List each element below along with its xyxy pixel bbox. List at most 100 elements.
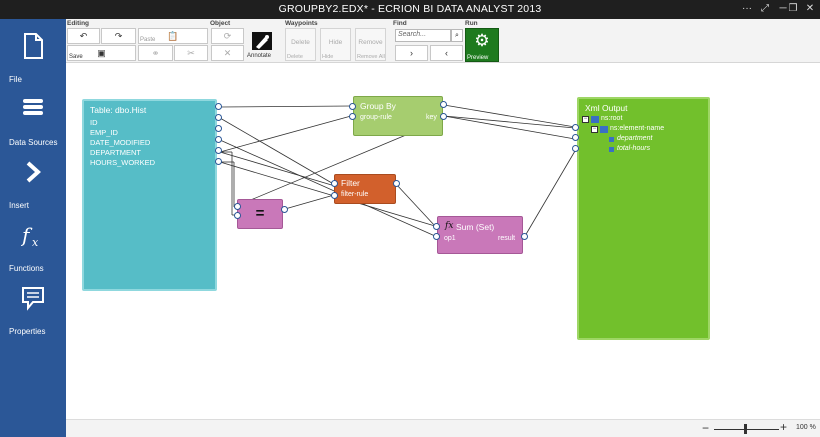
search-input[interactable]: Search... xyxy=(395,29,451,42)
table-field[interactable]: EMP_ID xyxy=(90,128,118,137)
preview-button[interactable]: ⚙ Preview xyxy=(465,28,499,62)
output-port[interactable] xyxy=(215,136,222,143)
zoom-in-button[interactable]: + xyxy=(780,420,787,434)
cut-button[interactable]: ✂ xyxy=(174,45,208,61)
input-port[interactable] xyxy=(331,180,338,187)
close-icon[interactable]: ✕ xyxy=(801,2,819,16)
filter-node[interactable]: Filter filter-rule xyxy=(334,174,396,204)
input-port[interactable] xyxy=(349,113,356,120)
group-label-run: Run xyxy=(465,20,478,27)
xml-child[interactable]: total-hours xyxy=(617,145,650,152)
function-icon: f x xyxy=(21,223,39,248)
collapse-icon[interactable]: − xyxy=(591,126,598,133)
find-next-button[interactable]: › xyxy=(395,45,428,61)
arrow-left-icon: ‹ xyxy=(445,48,448,58)
delete-object-button[interactable]: ✕ xyxy=(211,45,244,61)
input-port[interactable] xyxy=(234,203,241,210)
waypoint-remove-button[interactable]: Remove Remove All xyxy=(355,28,386,61)
input-port[interactable] xyxy=(433,233,440,240)
element-icon xyxy=(600,126,608,133)
attribute-icon xyxy=(609,137,614,142)
ellipsis-icon[interactable]: ··· xyxy=(738,2,756,16)
input-port[interactable] xyxy=(572,145,579,152)
scissors-icon: ✂ xyxy=(187,48,195,58)
annotate-button[interactable]: Annotate xyxy=(247,28,277,62)
groupby-node[interactable]: Group By group-rule key xyxy=(353,96,443,136)
input-port[interactable] xyxy=(349,103,356,110)
input-port[interactable] xyxy=(572,124,579,131)
arrow-right-icon: › xyxy=(410,48,413,58)
table-node-title: Table: dbo.Hist xyxy=(90,105,147,115)
nav-item-functions[interactable]: f x Functions xyxy=(0,214,66,274)
groupby-output-label: key xyxy=(426,114,437,121)
save-button[interactable]: ▣ Save xyxy=(67,45,136,61)
equals-node[interactable]: = xyxy=(237,199,283,229)
group-label-waypoints: Waypoints xyxy=(285,20,318,27)
mapping-canvas[interactable]: Table: dbo.Hist ID EMP_ID DATE_MODIFIED … xyxy=(66,63,820,419)
output-port[interactable] xyxy=(215,103,222,110)
output-port[interactable] xyxy=(281,206,288,213)
nav-item-properties[interactable]: Properties xyxy=(0,277,66,337)
output-port[interactable] xyxy=(215,125,222,132)
equals-symbol: = xyxy=(255,205,265,222)
find-previous-button[interactable]: ‹ xyxy=(430,45,463,61)
waypoint-hide-button[interactable]: Hide Hide xyxy=(320,28,351,61)
undo-button[interactable]: ↶ xyxy=(67,28,100,44)
link-icon: ⚭ xyxy=(151,48,160,58)
redo-button[interactable]: ↷ xyxy=(101,28,136,44)
sum-node-title: Sum (Set) xyxy=(456,222,495,232)
output-port[interactable] xyxy=(215,114,222,121)
window-title: GROUPBY2.EDX* - ECRION BI DATA ANALYST 2… xyxy=(278,3,542,15)
input-port[interactable] xyxy=(234,212,241,219)
output-port[interactable] xyxy=(440,113,447,120)
annotate-label: Annotate xyxy=(247,53,272,59)
input-port[interactable] xyxy=(572,134,579,141)
waypoint-delete-button[interactable]: Delete Delete xyxy=(285,28,316,61)
title-bar: GROUPBY2.EDX* - ECRION BI DATA ANALYST 2… xyxy=(0,0,820,19)
output-port[interactable] xyxy=(393,180,400,187)
table-field[interactable]: DATE_MODIFIED xyxy=(90,138,150,147)
table-field[interactable]: HOURS_WORKED xyxy=(90,158,155,167)
waypoint-remove-label: Remove xyxy=(358,39,383,46)
zoom-slider-thumb[interactable] xyxy=(744,424,747,434)
paste-button[interactable]: 📋 Paste xyxy=(138,28,208,44)
output-port[interactable] xyxy=(440,101,447,108)
copy-button[interactable]: ⚭ xyxy=(138,45,173,61)
group-label-find: Find xyxy=(393,20,407,27)
restore-icon[interactable]: ❐ xyxy=(784,2,802,16)
output-port[interactable] xyxy=(215,158,222,165)
output-port[interactable] xyxy=(521,233,528,240)
nav-label: Data Sources xyxy=(9,138,58,147)
fullscreen-icon[interactable]: ⤢ xyxy=(756,2,774,16)
sum-node[interactable]: fx Sum (Set) op1 result xyxy=(437,216,523,254)
nav-item-insert[interactable]: Insert xyxy=(0,151,66,211)
table-field[interactable]: ID xyxy=(90,118,98,127)
input-port[interactable] xyxy=(433,223,440,230)
collapse-icon[interactable]: − xyxy=(582,116,589,123)
xml-output-node[interactable]: Xml Output − ns:root − ns:element-name d… xyxy=(577,97,710,340)
input-port[interactable] xyxy=(331,192,338,199)
nav-label: Insert xyxy=(9,201,30,210)
waypoint-delete-sublabel: Delete xyxy=(287,54,303,60)
xml-element[interactable]: ns:element-name xyxy=(610,125,664,132)
xml-child[interactable]: department xyxy=(617,135,652,142)
refresh-button[interactable]: ⟳ xyxy=(211,28,244,44)
status-bar: − + 100 % xyxy=(66,419,820,437)
comment-icon xyxy=(22,287,44,311)
zoom-out-button[interactable]: − xyxy=(702,421,709,435)
xml-root[interactable]: ns:root xyxy=(601,115,622,122)
nav-item-file[interactable]: File xyxy=(0,25,66,85)
sum-input-label: op1 xyxy=(444,235,456,242)
group-label-editing: Editing xyxy=(67,20,90,27)
nav-item-data-sources[interactable]: Data Sources xyxy=(0,88,66,148)
paste-label: Paste xyxy=(140,37,156,43)
refresh-icon: ⟳ xyxy=(223,31,232,41)
output-port[interactable] xyxy=(215,147,222,154)
redo-icon: ↷ xyxy=(114,31,123,41)
x-icon: ✕ xyxy=(223,48,232,58)
table-node[interactable]: Table: dbo.Hist ID EMP_ID DATE_MODIFIED … xyxy=(82,99,217,291)
table-field[interactable]: DEPARTMENT xyxy=(90,148,141,157)
filter-input-label: filter-rule xyxy=(341,191,369,198)
preview-label: Preview xyxy=(467,55,489,61)
search-icon[interactable]: ⌕ xyxy=(451,29,463,42)
